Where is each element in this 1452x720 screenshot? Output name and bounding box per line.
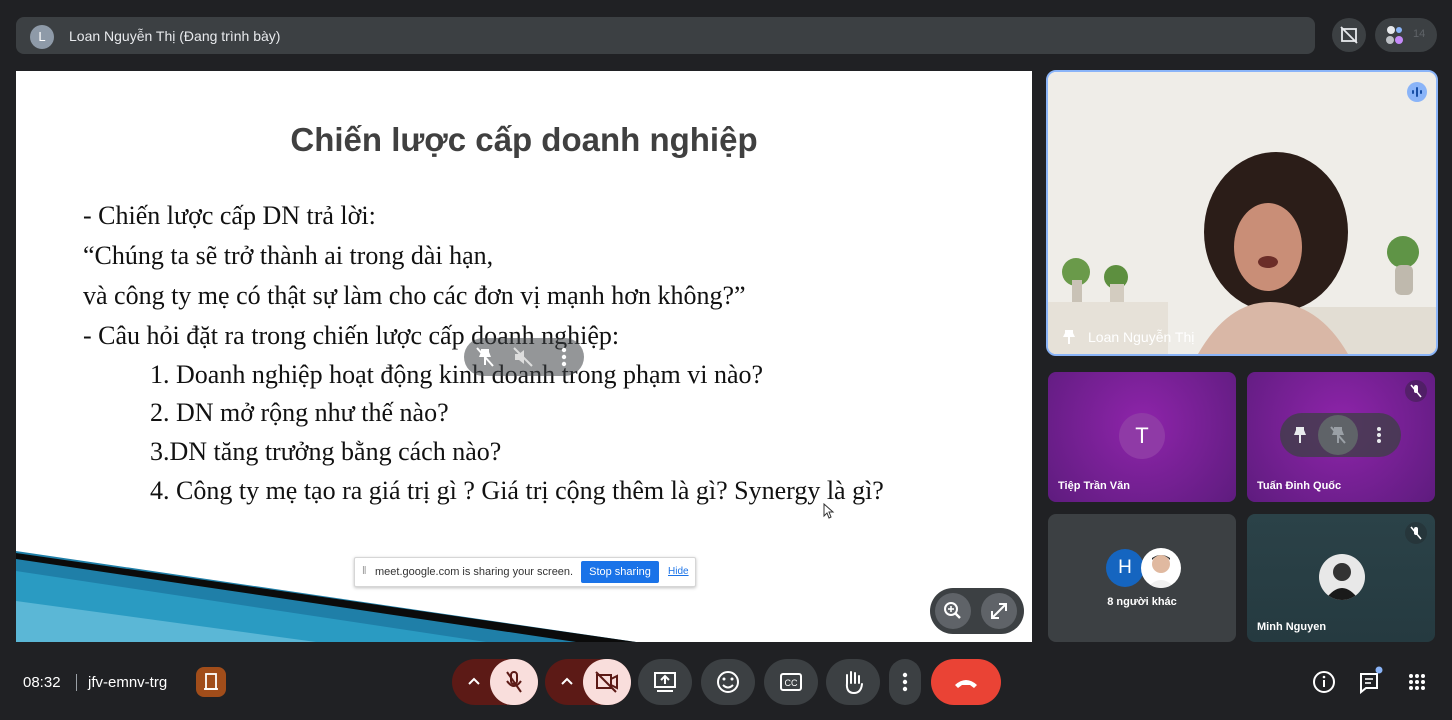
unpin-icon <box>1330 426 1346 444</box>
more-options-button[interactable] <box>889 659 921 705</box>
camera-control-group <box>545 659 631 705</box>
tile-name: Minh Nguyen <box>1257 621 1327 633</box>
screen-share-banner: ‖ meet.google.com is sharing your screen… <box>354 557 696 587</box>
chevron-up-icon[interactable] <box>466 674 482 690</box>
mute-icon[interactable] <box>510 344 536 370</box>
apps-icon <box>1409 674 1425 690</box>
captions-icon: CC <box>780 673 802 691</box>
captions-button[interactable]: CC <box>764 659 818 705</box>
chat-icon <box>1360 666 1383 695</box>
zoom-in-icon <box>944 602 961 619</box>
hide-banner-link[interactable]: Hide <box>668 566 689 577</box>
mic-off-icon <box>1410 526 1422 540</box>
tile-name: Tuấn Đinh Quốc <box>1257 480 1342 492</box>
participant-photo <box>1141 548 1181 588</box>
present-button[interactable] <box>638 659 692 705</box>
end-call-icon <box>955 680 977 688</box>
pin-icon[interactable] <box>1062 329 1076 345</box>
participant-avatar: T <box>1119 413 1165 459</box>
end-call-button[interactable] <box>931 659 1001 705</box>
slide-line: “Chúng ta sẽ trở thành ai trong dài hạn, <box>83 241 494 270</box>
hidden-view-icon <box>1340 26 1358 44</box>
stop-sharing-button[interactable]: Stop sharing <box>581 561 659 583</box>
slide-title: Chiến lược cấp doanh nghiệp <box>290 121 758 158</box>
slide-line: - Chiến lược cấp DN trả lời: <box>83 201 376 230</box>
zoom-in-button[interactable] <box>935 593 971 629</box>
presentation-slide: Chiến lược cấp doanh nghiệp - Chiến lược… <box>16 71 1032 642</box>
share-banner-text: meet.google.com is sharing your screen. <box>375 566 574 578</box>
more-icon[interactable] <box>1372 425 1386 445</box>
mic-toggle-button[interactable] <box>490 659 538 705</box>
raise-hand-button[interactable] <box>826 659 880 705</box>
emoji-button[interactable] <box>701 659 755 705</box>
room-button[interactable] <box>196 667 226 697</box>
camera-off-icon <box>595 671 618 693</box>
camera-toggle-button[interactable] <box>583 659 631 705</box>
tile-name: Loan Nguyễn Thị <box>1088 329 1195 345</box>
present-icon <box>654 672 676 692</box>
slide-line: 1. Doanh nghiệp hoạt động kinh doanh tro… <box>150 360 764 389</box>
others-tile[interactable]: H 8 người khác <box>1048 514 1236 642</box>
slide-line: và công ty mẹ có thật sự làm cho các đơn… <box>83 281 746 310</box>
others-label: 8 người khác <box>1107 596 1177 608</box>
muted-badge <box>1405 380 1427 402</box>
door-icon <box>204 673 218 690</box>
svg-text:CC: CC <box>785 678 798 688</box>
tile-hover-controls <box>1280 413 1401 457</box>
slide-line: 3.DN tăng trưởng bằng cách nào? <box>150 437 502 466</box>
more-icon <box>902 672 908 692</box>
participant-count: 14 <box>1413 28 1426 40</box>
hide-self-view-button[interactable] <box>1332 18 1366 52</box>
mic-control-group <box>452 659 538 705</box>
emoji-icon <box>717 671 739 693</box>
speaking-indicator-icon <box>1407 82 1427 102</box>
slide-line: 2. DN mở rộng như thế nào? <box>150 398 449 427</box>
mic-off-icon <box>1410 384 1422 398</box>
pin-icon[interactable] <box>1292 426 1308 444</box>
more-icon[interactable] <box>554 344 574 370</box>
participants-icon <box>1386 26 1403 44</box>
raise-hand-icon <box>845 671 863 695</box>
speaker-video <box>1048 72 1436 354</box>
tile-name: Tiệp Trần Văn <box>1058 480 1130 492</box>
meeting-info-button[interactable] <box>1310 668 1338 696</box>
remove-button[interactable] <box>1318 415 1358 455</box>
slide-hover-controls <box>464 338 584 376</box>
drag-handle-icon[interactable]: ‖ <box>362 565 367 577</box>
chat-button[interactable] <box>1356 666 1384 696</box>
presenter-label: Loan Nguyễn Thị (Đang trình bày) <box>69 28 281 44</box>
participant-photo <box>1319 554 1365 600</box>
participants-button[interactable]: 14 <box>1375 18 1437 52</box>
participant-tile[interactable]: Minh Nguyen <box>1247 514 1435 642</box>
chevron-up-icon[interactable] <box>559 674 575 690</box>
participant-avatar: H <box>1106 549 1144 587</box>
slide-line: 4. Công ty mẹ tạo ra giá trị gì ? Giá tr… <box>150 476 884 505</box>
pin-icon[interactable] <box>472 344 498 370</box>
divider <box>76 674 77 691</box>
active-speaker-tile[interactable]: Loan Nguyễn Thị <box>1046 70 1438 356</box>
zoom-controls <box>930 588 1024 634</box>
mouse-cursor-icon <box>823 503 835 519</box>
presenter-avatar: L <box>30 25 54 49</box>
info-icon <box>1313 671 1335 693</box>
meeting-code: jfv-emnv-trg <box>88 674 168 691</box>
participant-tile[interactable]: Tuấn Đinh Quốc <box>1247 372 1435 502</box>
muted-badge <box>1405 522 1427 544</box>
fullscreen-button[interactable] <box>981 593 1017 629</box>
participant-tile[interactable]: T Tiệp Trần Văn <box>1048 372 1236 502</box>
meeting-clock: 08:32 <box>23 674 61 691</box>
fullscreen-icon <box>991 603 1007 619</box>
activities-button[interactable] <box>1403 668 1431 696</box>
mic-off-icon <box>506 671 522 693</box>
